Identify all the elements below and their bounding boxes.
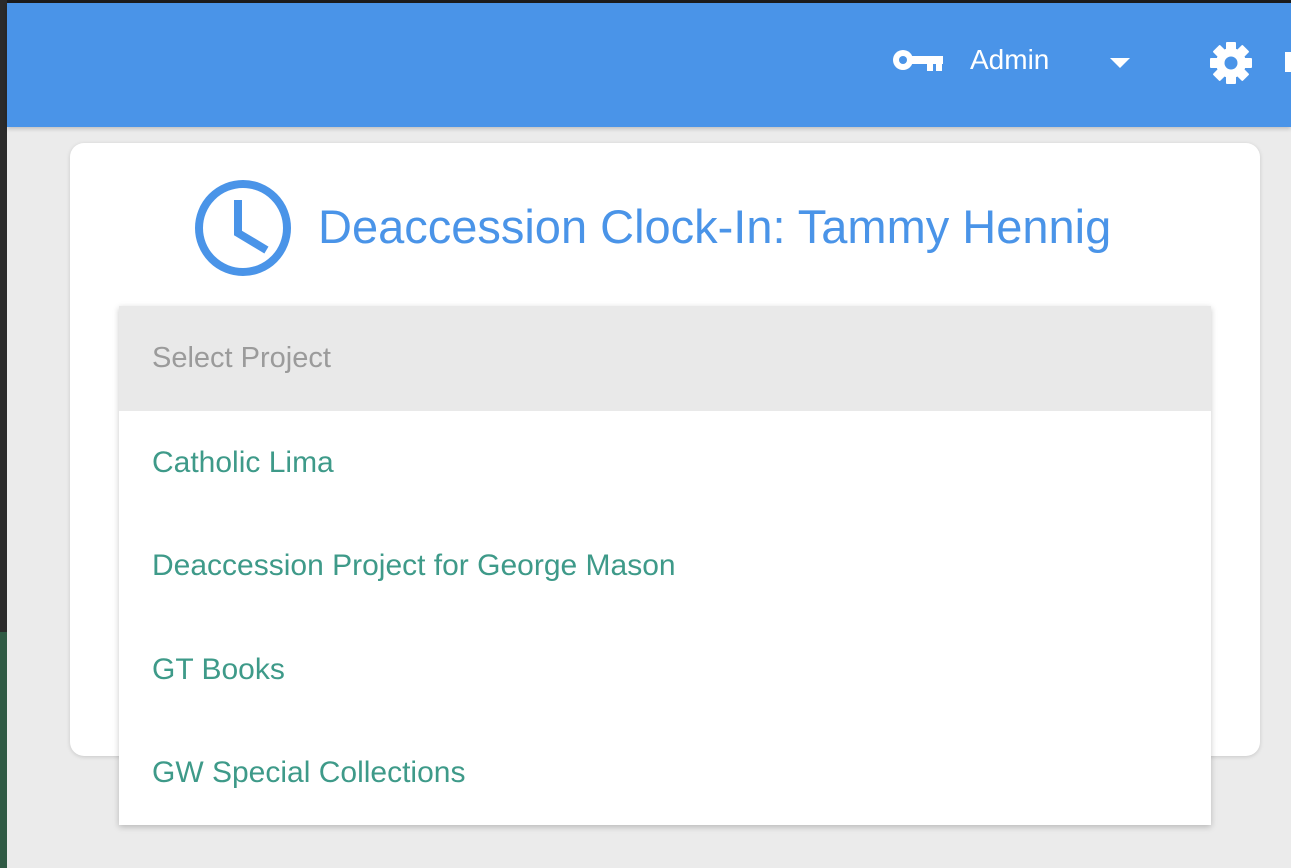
project-option-gw-special-collections[interactable]: GW Special Collections — [119, 722, 1211, 826]
clock-icon — [195, 180, 291, 276]
caret-down-icon[interactable] — [1108, 56, 1132, 70]
background-window-edge-lower — [0, 632, 7, 868]
project-select-placeholder: Select Project — [152, 342, 331, 374]
project-option-george-mason[interactable]: Deaccession Project for George Mason — [119, 515, 1211, 619]
project-select-dropdown[interactable]: Select Project Catholic Lima Deaccession… — [119, 306, 1211, 825]
project-option-gt-books[interactable]: GT Books — [119, 618, 1211, 722]
app-bar — [7, 3, 1291, 127]
background-window-edge — [0, 0, 7, 632]
key-icon — [893, 50, 943, 71]
project-option-catholic-lima[interactable]: Catholic Lima — [119, 411, 1211, 515]
gear-icon[interactable] — [1208, 40, 1254, 86]
admin-menu-label[interactable]: Admin — [970, 42, 1049, 78]
page-title: Deaccession Clock-In: Tammy Hennig — [318, 200, 1112, 253]
clipped-toolbar-icon — [1285, 52, 1291, 72]
project-select-header[interactable]: Select Project — [119, 306, 1211, 411]
